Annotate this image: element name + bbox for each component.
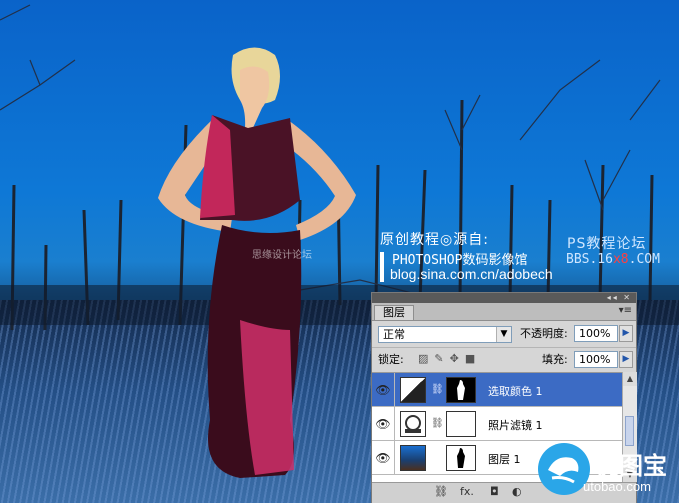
fill-input[interactable]: 100% <box>574 351 618 368</box>
link-chain-icon: ⛓ <box>431 384 444 395</box>
watermark-url: blog.sina.com.cn/adobech <box>390 266 553 282</box>
site-url-prefix: BBS.16 <box>566 252 613 267</box>
fill-label: 填充: <box>542 353 568 366</box>
link-layers-icon[interactable]: ⛓ <box>434 485 448 498</box>
layer-name: 照片滤镜 1 <box>488 419 543 432</box>
blend-opacity-row: 正常 ▼ 不透明度: 100% ▶ <box>372 321 636 347</box>
opacity-label: 不透明度: <box>520 327 568 340</box>
mask-thumbnail <box>446 445 476 471</box>
logo-name: 优图宝 <box>595 452 667 480</box>
layer-name: 图层 1 <box>488 453 521 466</box>
lock-icons[interactable]: ▨✎✥■ <box>418 352 481 365</box>
model-figure <box>158 47 356 478</box>
blend-mode-value: 正常 <box>383 328 405 341</box>
eye-icon[interactable]: 👁 <box>375 382 391 398</box>
fill-slider-arrow-icon[interactable]: ▶ <box>619 351 633 368</box>
add-mask-icon[interactable]: ◘ <box>490 485 499 498</box>
lock-fill-row: 锁定: ▨✎✥■ 填充: 100% ▶ <box>372 347 636 372</box>
layer-name: 选取颜色 1 <box>488 385 543 398</box>
panel-menu-icon[interactable]: ▾≡ <box>619 305 632 316</box>
adjustment-thumbnail <box>400 411 426 437</box>
chevron-down-icon[interactable]: ▼ <box>496 327 511 342</box>
lock-all-icon[interactable]: ■ <box>465 352 481 365</box>
tab-layers[interactable]: 图层 <box>374 305 414 320</box>
layer-row-selective-color[interactable]: 👁 ⛓ 选取颜色 1 <box>372 373 622 407</box>
site-url-suffix: .COM <box>628 252 660 267</box>
faint-watermark: 思缘设计论坛 <box>252 250 312 261</box>
image-thumbnail <box>400 445 426 471</box>
logo-url: utobao.com <box>583 479 651 494</box>
site-url-red: x8 <box>612 252 629 267</box>
mask-thumbnail <box>446 411 476 437</box>
lock-position-icon[interactable]: ✥ <box>450 352 465 365</box>
panel-tabbar: 图层 ▾≡ <box>372 303 636 321</box>
eye-icon[interactable]: 👁 <box>375 416 391 432</box>
panel-titlebar: ◂◂ ✕ <box>372 293 636 303</box>
watermark-bar <box>380 252 384 282</box>
mask-thumbnail <box>446 377 476 403</box>
layer-style-button[interactable]: fx. <box>460 485 474 498</box>
opacity-slider-arrow-icon[interactable]: ▶ <box>619 325 633 342</box>
site-name: PS教程论坛 <box>567 236 647 252</box>
lock-label: 锁定: <box>378 353 404 366</box>
adjustment-thumbnail <box>400 377 426 403</box>
lock-transparent-icon[interactable]: ▨ <box>418 352 434 365</box>
opacity-input[interactable]: 100% <box>574 325 618 342</box>
watermark-line1: 原创教程◎源自: <box>380 232 489 248</box>
lock-image-icon[interactable]: ✎ <box>434 352 449 365</box>
scroll-up-icon[interactable]: ▲ <box>623 372 637 386</box>
blend-mode-select[interactable]: 正常 ▼ <box>378 326 512 343</box>
panel-collapse-icon[interactable]: ◂◂ ✕ <box>607 293 632 303</box>
eye-icon[interactable]: 👁 <box>375 450 391 466</box>
site-url: BBS.16x8.COM <box>566 252 660 267</box>
link-chain-icon: ⛓ <box>431 418 444 429</box>
